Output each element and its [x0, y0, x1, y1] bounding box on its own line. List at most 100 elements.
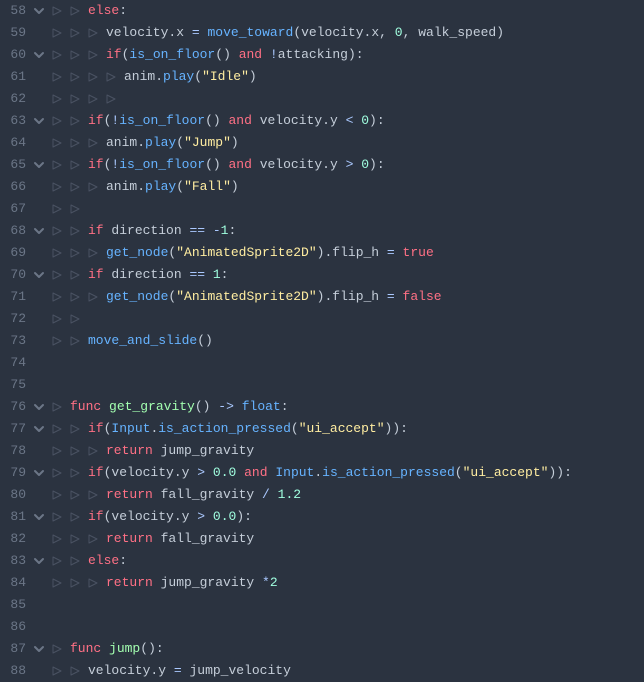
code-line[interactable]: 63if(!is_on_floor() and velocity.y < 0): [0, 110, 644, 132]
gutter: 73 [0, 330, 84, 352]
code-editor[interactable]: 58else:59velocity.x = move_toward(veloci… [0, 0, 644, 682]
indent-guide-icon [66, 4, 84, 18]
gutter: 70 [0, 264, 84, 286]
code-line[interactable]: 59velocity.x = move_toward(velocity.x, 0… [0, 22, 644, 44]
code-content[interactable]: anim.play("Jump") [102, 132, 239, 154]
code-content[interactable]: else: [84, 550, 127, 572]
indent-guide-icon [66, 444, 84, 458]
token-id [205, 267, 213, 282]
indent-guide-icon [48, 202, 66, 216]
fold-toggle-icon[interactable] [30, 49, 48, 61]
code-content[interactable]: if(is_on_floor() and !attacking): [102, 44, 364, 66]
token-str: "AnimatedSprite2D" [176, 245, 316, 260]
token-num: 0 [395, 25, 403, 40]
code-content[interactable]: if direction == 1: [84, 264, 228, 286]
token-id [395, 289, 403, 304]
code-line[interactable]: 86 [0, 616, 644, 638]
code-content[interactable]: velocity.y = jump_velocity [84, 660, 291, 682]
code-line[interactable]: 79if(velocity.y > 0.0 and Input.is_actio… [0, 462, 644, 484]
token-punc: : [119, 553, 127, 568]
code-line[interactable]: 83else: [0, 550, 644, 572]
fold-toggle-icon[interactable] [30, 5, 48, 17]
token-kw: if [106, 47, 122, 62]
gutter: 76 [0, 396, 66, 418]
code-content[interactable]: return jump_gravity [102, 440, 254, 462]
code-line[interactable]: 87func jump(): [0, 638, 644, 660]
code-content[interactable]: func jump(): [66, 638, 164, 660]
code-line[interactable]: 82return fall_gravity [0, 528, 644, 550]
code-line[interactable]: 67 [0, 198, 644, 220]
line-number: 66 [0, 176, 30, 198]
fold-toggle-icon[interactable] [30, 115, 48, 127]
code-content[interactable]: get_node("AnimatedSprite2D").flip_h = tr… [102, 242, 434, 264]
code-line[interactable]: 71get_node("AnimatedSprite2D").flip_h = … [0, 286, 644, 308]
fold-toggle-icon[interactable] [30, 159, 48, 171]
code-line[interactable]: 65if(!is_on_floor() and velocity.y > 0): [0, 154, 644, 176]
code-content[interactable]: if(!is_on_floor() and velocity.y < 0): [84, 110, 385, 132]
code-line[interactable]: 77if(Input.is_action_pressed("ui_accept"… [0, 418, 644, 440]
code-line[interactable]: 75 [0, 374, 644, 396]
gutter: 72 [0, 308, 84, 330]
code-line[interactable]: 81if(velocity.y > 0.0): [0, 506, 644, 528]
indent-guide-icon [48, 532, 66, 546]
indent-guide-icon [48, 334, 66, 348]
code-content[interactable]: return fall_gravity / 1.2 [102, 484, 301, 506]
code-content[interactable]: move_and_slide() [84, 330, 213, 352]
indent-guide-icon [66, 312, 84, 326]
fold-toggle-icon[interactable] [30, 423, 48, 435]
fold-toggle-icon[interactable] [30, 643, 48, 655]
code-line[interactable]: 74 [0, 352, 644, 374]
token-num: 1.2 [278, 487, 301, 502]
code-content[interactable]: return fall_gravity [102, 528, 254, 550]
fold-toggle-icon[interactable] [30, 401, 48, 413]
token-punc: : [221, 267, 229, 282]
token-str: "ui_accept" [299, 421, 385, 436]
code-content[interactable]: return jump_gravity *2 [102, 572, 278, 594]
code-line[interactable]: 73move_and_slide() [0, 330, 644, 352]
code-content[interactable]: if(Input.is_action_pressed("ui_accept"))… [84, 418, 408, 440]
code-line[interactable]: 62 [0, 88, 644, 110]
code-content[interactable]: func get_gravity() -> float: [66, 396, 289, 418]
code-line[interactable]: 68if direction == -1: [0, 220, 644, 242]
code-content[interactable]: else: [84, 0, 127, 22]
token-id: x [176, 25, 184, 40]
code-content[interactable]: velocity.x = move_toward(velocity.x, 0, … [102, 22, 504, 44]
code-line[interactable]: 80return fall_gravity / 1.2 [0, 484, 644, 506]
code-content[interactable]: anim.play("Fall") [102, 176, 239, 198]
code-line[interactable]: 61anim.play("Idle") [0, 66, 644, 88]
code-content[interactable]: if direction == -1: [84, 220, 236, 242]
gutter: 71 [0, 286, 102, 308]
code-content[interactable]: if(velocity.y > 0.0): [84, 506, 252, 528]
indent-guide-icon [48, 400, 66, 414]
line-number: 76 [0, 396, 30, 418]
code-line[interactable]: 78return jump_gravity [0, 440, 644, 462]
gutter: 66 [0, 176, 102, 198]
fold-toggle-icon[interactable] [30, 511, 48, 523]
fold-toggle-icon[interactable] [30, 269, 48, 281]
indent-guide-icon [66, 246, 84, 260]
code-content[interactable]: anim.play("Idle") [120, 66, 257, 88]
code-line[interactable]: 58else: [0, 0, 644, 22]
code-content[interactable]: if(velocity.y > 0.0 and Input.is_action_… [84, 462, 572, 484]
token-punc: . [174, 465, 182, 480]
code-line[interactable]: 85 [0, 594, 644, 616]
token-kw: return [106, 443, 153, 458]
code-line[interactable]: 72 [0, 308, 644, 330]
code-line[interactable]: 84return jump_gravity *2 [0, 572, 644, 594]
code-line[interactable]: 69get_node("AnimatedSprite2D").flip_h = … [0, 242, 644, 264]
indent-guide-icon [66, 532, 84, 546]
code-content[interactable]: if(!is_on_floor() and velocity.y > 0): [84, 154, 385, 176]
code-content[interactable]: get_node("AnimatedSprite2D").flip_h = fa… [102, 286, 442, 308]
code-line[interactable]: 88velocity.y = jump_velocity [0, 660, 644, 682]
code-line[interactable]: 70if direction == 1: [0, 264, 644, 286]
code-line[interactable]: 66 anim.play("Fall") [0, 176, 644, 198]
code-line[interactable]: 60if(is_on_floor() and !attacking): [0, 44, 644, 66]
fold-toggle-icon[interactable] [30, 467, 48, 479]
code-line[interactable]: 64anim.play("Jump") [0, 132, 644, 154]
code-line[interactable]: 76 func get_gravity() -> float: [0, 396, 644, 418]
fold-toggle-icon[interactable] [30, 555, 48, 567]
token-fn: play [145, 135, 176, 150]
indent-guide-icon [66, 202, 84, 216]
token-id: fall_gravity [153, 531, 254, 546]
fold-toggle-icon[interactable] [30, 225, 48, 237]
